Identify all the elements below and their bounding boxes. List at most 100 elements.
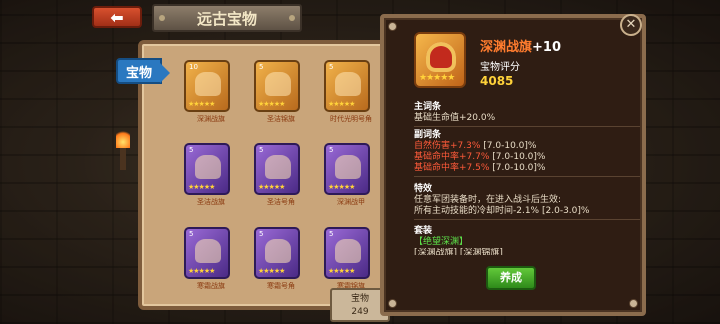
star-rating: ★★★★★ <box>258 100 285 108</box>
close-button[interactable]: ✕ <box>620 14 642 36</box>
treasure-card: 10 ★★★★★ <box>184 60 230 112</box>
star-rating: ★★★★★ <box>188 183 215 192</box>
tab-treasure[interactable]: 宝物 <box>116 58 170 84</box>
effect-section: 特效 任意军团装备时，在进入战斗后生效: 所有主动技能的冷却时间-2.1% [2… <box>414 184 640 222</box>
treasure-title: 深渊战旗+10 <box>480 36 561 55</box>
treasure-grid: 10 ★★★★★ 深渊战旗 5 ★★★★★ 圣洁锦旗 5 ★★★★★ 时代光明号… <box>182 60 382 296</box>
treasure-name: 深渊战旗 <box>197 115 225 123</box>
treasure-level: 10 <box>189 63 198 71</box>
star-rating: ★★★★★ <box>328 183 355 192</box>
treasure-level: 5 <box>259 146 264 155</box>
banner-icon <box>195 72 221 96</box>
enhance-level: +10 <box>532 40 561 55</box>
set-section: 套装 【绝望深渊】 [深渊战旗] [深渊锦旗] <box>414 226 640 255</box>
rivet-decoration <box>388 299 397 308</box>
set-heading: 套装 <box>414 226 433 236</box>
treasure-name: 寒霜号角 <box>267 281 295 290</box>
banner-icon <box>265 72 291 96</box>
star-rating: ★★★★★ <box>328 100 355 108</box>
star-rating: ★★★★★ <box>188 266 215 275</box>
sub-attribute-stat: 基础命中率+7.7% <box>414 152 490 162</box>
treasure-item[interactable]: 10 ★★★★★ 深渊战旗 <box>182 60 240 124</box>
treasure-name: 圣洁锦旗 <box>267 115 295 123</box>
treasure-card: 5 ★★★★★ <box>254 60 300 112</box>
page-title: 远古宝物 <box>152 4 302 32</box>
treasure-item[interactable]: 5 ★★★★★ 寒霜战旗 <box>182 226 240 291</box>
banner-icon <box>426 42 456 72</box>
sub-attribute-stat: 基础命中率+7.5% <box>414 163 490 173</box>
banner-icon <box>335 238 361 263</box>
back-button[interactable]: ⬅ <box>92 6 142 28</box>
divider <box>414 126 640 127</box>
main-attribute-heading: 主词条 <box>414 102 442 112</box>
rivet-decoration <box>388 22 397 31</box>
sub-attribute-row: 基础命中率+7.5% [7.0-10.0]% <box>414 163 640 174</box>
treasure-detail-name: 深渊战旗 <box>480 40 533 55</box>
treasure-level: 5 <box>189 146 194 155</box>
rivet-decoration <box>629 299 638 308</box>
treasure-detail-icon: ★★★★★ <box>414 32 466 88</box>
main-attribute-value: 基础生命值+20.0% <box>414 113 496 123</box>
cultivate-button[interactable]: 养成 <box>486 266 536 290</box>
effect-value: 所有主动技能的冷却时间-2.1% <box>414 206 540 216</box>
treasure-level: 5 <box>189 229 194 238</box>
effect-row: 所有主动技能的冷却时间-2.1% [2.0-3.0]% <box>414 206 640 217</box>
treasure-name: 深渊战甲 <box>337 198 365 207</box>
treasure-level: 5 <box>329 229 334 238</box>
torch-flame <box>116 128 130 148</box>
horn-icon <box>265 155 291 180</box>
treasure-item[interactable]: 5 ★★★★★ 深渊战甲 <box>322 143 380 207</box>
sub-attribute-heading: 副词条 <box>414 130 442 140</box>
effect-heading: 特效 <box>414 184 433 194</box>
treasure-name: 寒霜战旗 <box>197 281 225 290</box>
star-rating: ★★★★★ <box>258 183 285 192</box>
treasure-level: 5 <box>329 146 334 155</box>
sub-attribute-range: [7.0-10.0]% <box>492 163 546 173</box>
score-label: 宝物评分 <box>480 62 520 73</box>
divider <box>414 176 640 177</box>
score-value: 4085 <box>480 74 514 88</box>
star-rating: ★★★★★ <box>188 100 215 108</box>
treasure-item[interactable]: 5 ★★★★★ 寒霜号角 <box>252 226 310 291</box>
treasure-name: 圣洁战旗 <box>197 198 225 207</box>
effect-range: [2.0-3.0]% <box>542 206 590 216</box>
banner-icon <box>195 238 221 263</box>
treasure-name: 时代光明号角 <box>330 115 372 123</box>
sub-attribute-row: 基础命中率+7.7% [7.0-10.0]% <box>414 152 640 163</box>
banner-icon <box>195 155 221 180</box>
treasure-card: 5 ★★★★★ <box>324 60 370 112</box>
main-attribute-section: 主词条 基础生命值+20.0% <box>414 102 640 129</box>
treasure-card: 5 ★★★★★ <box>324 226 370 279</box>
sub-attribute-range: [7.0-10.0]% <box>483 141 537 151</box>
treasure-item[interactable]: 5 ★★★★★ 圣洁号角 <box>252 143 310 207</box>
set-name: 【绝望深渊】 <box>414 237 469 247</box>
horn-icon <box>335 72 361 96</box>
horn-icon <box>265 238 291 263</box>
star-rating: ★★★★★ <box>419 73 455 83</box>
set-members-clipped: [深渊战旗] [深渊锦旗] <box>414 248 503 255</box>
armor-icon <box>335 155 361 180</box>
sub-attribute-row: 自然伤害+7.3% [7.0-10.0]% <box>414 141 640 152</box>
treasure-name: 圣洁号角 <box>267 198 295 207</box>
treasure-item[interactable]: 5 ★★★★★ 寒霜锦旗 <box>322 226 380 291</box>
divider <box>414 219 640 220</box>
treasure-card: 5 ★★★★★ <box>254 226 300 279</box>
treasure-card: 5 ★★★★★ <box>324 143 370 196</box>
sub-attribute-stat: 自然伤害+7.3% <box>414 141 481 151</box>
star-rating: ★★★★★ <box>258 266 285 275</box>
effect-condition: 任意军团装备时，在进入战斗后生效: <box>414 195 562 205</box>
sub-attribute-range: [7.0-10.0]% <box>492 152 546 162</box>
star-rating: ★★★★★ <box>328 266 355 275</box>
torch-decoration <box>116 128 130 170</box>
treasure-item[interactable]: 5 ★★★★★ 时代光明号角 <box>322 60 380 124</box>
treasure-card: 5 ★★★★★ <box>254 143 300 196</box>
treasure-level: 5 <box>259 229 264 238</box>
torch-stick <box>120 148 126 170</box>
sub-attribute-section: 副词条 自然伤害+7.3% [7.0-10.0]% 基础命中率+7.7% [7.… <box>414 130 640 179</box>
treasure-level: 5 <box>329 63 334 71</box>
treasure-item[interactable]: 5 ★★★★★ 圣洁战旗 <box>182 143 240 207</box>
treasure-card: 5 ★★★★★ <box>184 226 230 279</box>
treasure-card: 5 ★★★★★ <box>184 143 230 196</box>
treasure-level: 5 <box>259 63 264 71</box>
treasure-item[interactable]: 5 ★★★★★ 圣洁锦旗 <box>252 60 310 124</box>
